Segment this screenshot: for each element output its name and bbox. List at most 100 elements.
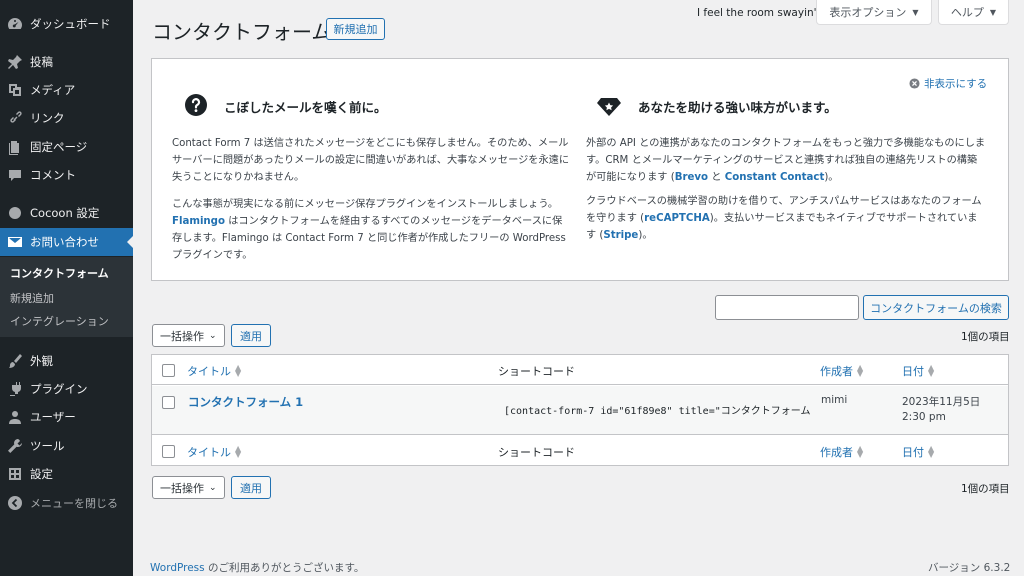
contact-forms-table: タイトル ▲ ▼ ショートコード 作成者 ▲ ▼ 日付 ▲ ▼ コンタクトフォーム 1 [c… <box>151 354 1009 466</box>
hello-dolly-text: I feel the room swayin' <box>697 7 817 19</box>
welcome-panel: 非表示にする こぼしたメールを嘆く前に。 Contact Form 7 は送信さ… <box>151 58 1009 281</box>
sidebar-item-label: 設定 <box>30 467 53 481</box>
column-date[interactable]: 日付 ▲ ▼ <box>902 363 934 379</box>
form-title-link[interactable]: コンタクトフォーム 1 <box>188 394 303 410</box>
diamond-star-icon <box>597 98 621 116</box>
collapse-menu-button[interactable]: メニューを閉じる <box>0 489 133 517</box>
shortcode-value[interactable]: [contact-form-7 id="61f89e8" title="コンタク… <box>504 402 810 417</box>
brush-icon <box>0 353 30 369</box>
notice-right-heading: あなたを助ける強い味方がいます。 <box>638 100 837 115</box>
select-all-checkbox[interactable] <box>162 364 175 377</box>
plugin-icon <box>0 381 30 397</box>
sidebar-item-plugins[interactable]: プラグイン <box>0 375 133 403</box>
help-label: ヘルプ <box>950 6 984 19</box>
add-new-button[interactable]: 新規追加 <box>326 18 385 40</box>
dismiss-link[interactable]: 非表示にする <box>909 76 987 91</box>
column-title-footer[interactable]: タイトル ▲ ▼ <box>187 444 241 460</box>
caret-down-icon: ▼ <box>989 7 997 17</box>
sidebar-item-links[interactable]: リンク <box>0 104 133 132</box>
bulk-actions-select-bottom[interactable]: 一括操作 ⌄ <box>152 476 225 499</box>
bulk-actions-label: 一括操作 <box>160 481 204 495</box>
sidebar-item-pages[interactable]: 固定ページ <box>0 133 133 161</box>
row-checkbox[interactable] <box>162 396 175 409</box>
submenu-add-new[interactable]: 新規追加 <box>10 290 54 306</box>
sort-icon: ▲ ▼ <box>928 363 935 378</box>
sidebar-item-label: コメント <box>30 168 76 182</box>
comment-icon <box>0 167 30 183</box>
item-count-top: 1個の項目 <box>961 331 1010 343</box>
sidebar-item-appearance[interactable]: 外観 <box>0 347 133 375</box>
user-icon <box>0 409 30 425</box>
column-shortcode-footer: ショートコード <box>498 446 575 459</box>
item-count-bottom: 1個の項目 <box>961 483 1010 495</box>
sidebar-item-settings[interactable]: 設定 <box>0 460 133 488</box>
column-author-label: 作成者 <box>820 446 853 459</box>
caret-down-icon: ▼ <box>912 7 919 17</box>
page-icon <box>0 139 30 155</box>
sidebar-item-label: 外観 <box>30 354 53 368</box>
chevron-down-icon: ⌄ <box>209 330 217 341</box>
sort-icon: ▲ ▼ <box>857 444 864 459</box>
text-span: はコンタクトフォームを経由するすべてのメッセージをデータベースに保存します。Fl… <box>172 216 566 261</box>
help-button[interactable]: ヘルプ ▼ <box>938 0 1009 25</box>
author-value: mimi <box>821 394 848 406</box>
mail-icon <box>0 234 30 250</box>
search-button[interactable]: コンタクトフォームの検索 <box>863 295 1009 320</box>
column-title-label: タイトル <box>187 446 231 459</box>
apply-button-top[interactable]: 適用 <box>231 324 271 347</box>
sort-icon: ▲ ▼ <box>857 363 864 378</box>
search-input[interactable] <box>715 295 859 320</box>
footer-thanks: WordPress のご利用ありがとうございます。 <box>150 560 364 575</box>
sidebar-item-label: ダッシュボード <box>30 17 111 31</box>
column-date-label: 日付 <box>902 446 924 459</box>
notice-right-paragraph-1: 外部の API との連携があなたのコンタクトフォームをもっと強力で多機能なものに… <box>586 135 986 186</box>
collapse-menu-label: メニューを閉じる <box>30 497 118 510</box>
screen-options-label: 表示オプション <box>829 6 907 19</box>
sidebar-item-comments[interactable]: コメント <box>0 161 133 189</box>
sidebar-item-contact[interactable]: お問い合わせ <box>0 228 133 256</box>
media-icon <box>0 82 30 98</box>
sidebar-item-posts[interactable]: 投稿 <box>0 48 133 76</box>
constant-contact-link[interactable]: Constant Contact <box>725 172 825 183</box>
dismiss-label: 非表示にする <box>924 78 988 90</box>
sidebar-item-tools[interactable]: ツール <box>0 432 133 460</box>
recaptcha-link[interactable]: reCAPTCHA <box>644 213 710 224</box>
notice-right-paragraph-2: クラウドベースの機械学習の助けを借りて、アンチスパムサービスはあなたのフォームを… <box>586 193 986 244</box>
flamingo-link[interactable]: Flamingo <box>172 216 225 227</box>
sidebar-item-label: 投稿 <box>30 55 53 69</box>
text-span: )。 <box>638 230 653 241</box>
select-all-checkbox-bottom[interactable] <box>162 445 175 458</box>
sidebar-item-cocoon[interactable]: Cocoon 設定 <box>0 199 133 227</box>
footer-thanks-text: のご利用ありがとうございます。 <box>204 562 365 574</box>
sidebar-item-label: プラグイン <box>30 382 88 396</box>
contact-submenu: コンタクトフォーム 新規追加 インテグレーション <box>0 257 133 337</box>
sort-icon: ▲ ▼ <box>928 444 935 459</box>
sidebar-item-users[interactable]: ユーザー <box>0 403 133 431</box>
sidebar-item-label: リンク <box>30 111 65 125</box>
collapse-arrow-icon <box>0 495 30 511</box>
submenu-contact-forms[interactable]: コンタクトフォーム <box>10 265 109 281</box>
column-author-footer[interactable]: 作成者 ▲ ▼ <box>820 444 863 460</box>
sort-icon: ▲ ▼ <box>235 444 242 459</box>
sort-icon: ▲ ▼ <box>235 363 242 378</box>
wordpress-link[interactable]: WordPress <box>150 562 205 574</box>
text-span: )。 <box>824 172 839 183</box>
text-span: と <box>708 172 725 183</box>
stripe-link[interactable]: Stripe <box>603 230 638 241</box>
column-date-label: 日付 <box>902 365 924 378</box>
bulk-actions-select-top[interactable]: 一括操作 ⌄ <box>152 324 225 347</box>
sidebar-item-dashboard[interactable]: ダッシュボード <box>0 10 133 38</box>
column-author[interactable]: 作成者 ▲ ▼ <box>820 363 863 379</box>
page-title: コンタクトフォーム <box>152 20 332 44</box>
settings-icon <box>0 466 30 482</box>
column-date-footer[interactable]: 日付 ▲ ▼ <box>902 444 934 460</box>
submenu-integration[interactable]: インテグレーション <box>10 313 109 329</box>
column-author-label: 作成者 <box>820 365 853 378</box>
sidebar-item-media[interactable]: メディア <box>0 76 133 104</box>
apply-button-bottom[interactable]: 適用 <box>231 476 271 499</box>
column-title[interactable]: タイトル ▲ ▼ <box>187 363 241 379</box>
screen-options-button[interactable]: 表示オプション ▼ <box>816 0 932 25</box>
table-header-row: タイトル ▲ ▼ ショートコード 作成者 ▲ ▼ 日付 ▲ ▼ <box>152 355 1008 385</box>
brevo-link[interactable]: Brevo <box>675 172 708 183</box>
circle-icon <box>0 205 30 221</box>
